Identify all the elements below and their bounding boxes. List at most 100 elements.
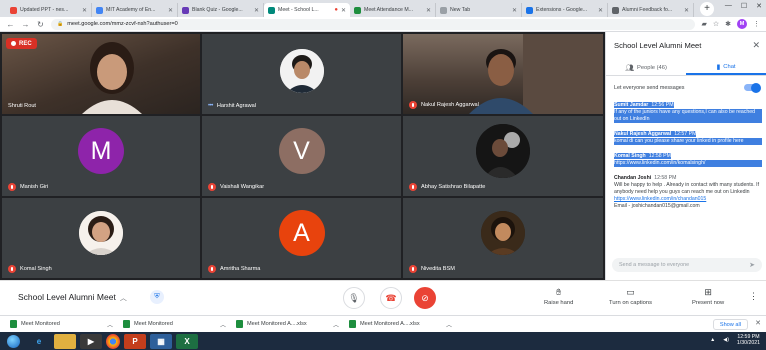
chevron-up-icon[interactable]: ︿: [107, 320, 113, 329]
clock[interactable]: 12:59 PM 1/30/2021: [737, 334, 760, 346]
tab-title: Alumni Feedback fo...: [622, 7, 673, 13]
mic-button[interactable]: 🎙︎: [343, 287, 365, 309]
tab-close-icon[interactable]: ✕: [684, 7, 689, 14]
meeting-controls-bar: School Level Alumni Meet ︿ ⛨ 🎙︎ ☎︎ ⊘ ✋︎ Ra…: [0, 280, 766, 315]
browser-tab-active[interactable]: Meet - School L... ● ✕: [264, 3, 350, 17]
menu-icon[interactable]: ⋮: [753, 20, 760, 28]
mic-off-icon: [409, 265, 417, 273]
chrome-icon[interactable]: [106, 333, 120, 349]
browser-tab[interactable]: Meet Attendance M... ✕: [350, 3, 436, 17]
extensions-icon[interactable]: ✱: [725, 20, 731, 28]
minimize-button[interactable]: —: [725, 2, 732, 10]
participant-tile[interactable]: Komal Singh: [2, 198, 200, 278]
present-button[interactable]: ⊞ Present now: [692, 287, 724, 306]
message-input[interactable]: Send a message to everyone ➤: [612, 258, 762, 272]
hang-up-button[interactable]: ☎︎: [380, 287, 402, 309]
file-icon: [236, 320, 243, 328]
window-controls: — ☐ ✕: [725, 2, 762, 10]
tab-close-icon[interactable]: ✕: [512, 7, 517, 14]
captions-button[interactable]: ▭ Turn on captions: [609, 287, 652, 306]
download-item[interactable]: Meet Monitored A....xlsx ︿: [236, 320, 349, 329]
close-window-button[interactable]: ✕: [756, 2, 762, 10]
recording-badge: REC: [6, 38, 37, 49]
participant-tile[interactable]: Nakul Rajesh Aggarwal: [403, 34, 603, 114]
shield-icon[interactable]: ⛨: [150, 290, 164, 304]
hand-icon: ✋︎: [556, 287, 562, 297]
participant-tile[interactable]: Nivedita BSM: [403, 198, 603, 278]
tab-favicon: [354, 6, 361, 14]
forward-icon[interactable]: →: [21, 20, 30, 29]
explorer-window-icon[interactable]: ▦: [150, 333, 172, 349]
file-explorer-icon[interactable]: [54, 333, 76, 349]
tab-close-icon[interactable]: ✕: [168, 7, 173, 14]
message-text: komal di can you please share your linke…: [614, 138, 762, 145]
downloads-shelf: Meet Monitored ︿ Meet Monitored ︿ Meet Mon…: [0, 315, 766, 332]
chevron-up-icon[interactable]: ︿: [220, 320, 226, 329]
chat-message: Chandan Joshi 12:58 PM Will be happy to h…: [614, 175, 762, 210]
show-all-button[interactable]: Show all: [712, 319, 748, 330]
tab-close-icon[interactable]: ✕: [254, 7, 259, 14]
tab-people[interactable]: 👥︎ People (46): [606, 60, 686, 75]
message-link[interactable]: https://www.linkedin.com/in/komalsingh/: [614, 160, 762, 167]
tab-close-icon[interactable]: ✕: [341, 7, 346, 14]
tab-favicon: [526, 6, 533, 14]
message-link[interactable]: https://www.linkedin.com/in/chandan015: [614, 196, 762, 203]
start-button[interactable]: [0, 332, 26, 350]
message-time: 12:56 PM: [651, 102, 674, 108]
volume-icon[interactable]: ◀): [723, 337, 729, 343]
more-options-icon[interactable]: ⋮: [749, 291, 758, 302]
participant-avatar: A: [278, 210, 325, 257]
people-icon: 👥︎: [625, 64, 634, 72]
recording-dot-icon: ●: [334, 7, 338, 13]
back-icon[interactable]: ←: [6, 20, 15, 29]
participant-tile[interactable]: Abhay Satishrao Bilapatte: [403, 116, 603, 196]
message-sender: Sumit Jamdar: [614, 102, 649, 108]
participant-photo: [79, 211, 123, 256]
participant-tile[interactable]: M Manish Giri: [2, 116, 200, 196]
close-icon[interactable]: ✕: [752, 40, 760, 51]
browser-tab[interactable]: MIT Academy of En... ✕: [92, 3, 178, 17]
tab-close-icon[interactable]: ✕: [82, 7, 87, 14]
excel-icon[interactable]: X: [176, 333, 198, 349]
close-icon[interactable]: ✕: [755, 319, 761, 327]
mic-off-icon: [409, 101, 417, 109]
chat-messages: Sumit Jamdar 12:56 PM If any of the junio…: [614, 102, 762, 218]
participant-tile[interactable]: A Amritha Sharma: [202, 198, 401, 278]
media-player-icon[interactable]: ▶: [80, 333, 102, 349]
download-item[interactable]: Meet Monitored A....xlsx ︿: [349, 320, 462, 329]
tab-chat[interactable]: ▮ Chat: [686, 60, 766, 75]
new-tab-button[interactable]: +: [700, 2, 714, 16]
star-icon[interactable]: ☆: [713, 20, 719, 28]
profile-avatar[interactable]: M: [737, 19, 747, 29]
browser-tab[interactable]: New Tab ✕: [436, 3, 522, 17]
camera-off-button[interactable]: ⊘: [414, 287, 436, 309]
internet-explorer-icon[interactable]: e: [28, 334, 50, 349]
message-sender: Nakul Rajesh Aggarwal: [614, 131, 672, 137]
system-tray: ▲ ◀) 12:59 PM 1/30/2021: [710, 334, 760, 346]
tab-close-icon[interactable]: ✕: [598, 7, 603, 14]
download-item[interactable]: Meet Monitored ︿: [10, 320, 123, 329]
participant-tile[interactable]: ••• Harshit Agrawal: [202, 34, 401, 114]
tab-close-icon[interactable]: ✕: [426, 7, 431, 14]
message-text: Email - joshichandan015@gmail.com: [614, 203, 700, 209]
maximize-button[interactable]: ☐: [741, 2, 747, 10]
powerpoint-icon[interactable]: P: [124, 333, 146, 349]
tray-arrow-icon[interactable]: ▲: [710, 337, 715, 343]
reload-icon[interactable]: ↻: [36, 20, 45, 29]
raise-hand-button[interactable]: ✋︎ Raise hand: [544, 287, 573, 306]
browser-tab[interactable]: Alumni Feedback fo... ✕: [608, 3, 694, 17]
participant-tile[interactable]: V Vaishali Wangikar: [202, 116, 401, 196]
message-time: 12:58 PM: [654, 175, 677, 181]
browser-tab[interactable]: Extensions - Google... ✕: [522, 3, 608, 17]
browser-tab[interactable]: Blank Quiz - Google... ✕: [178, 3, 264, 17]
url-input[interactable]: 🔒 meet.google.com/mmz-zcvf-nsh?authuser=…: [51, 18, 696, 30]
download-item[interactable]: Meet Monitored ︿: [123, 320, 236, 329]
chevron-up-icon[interactable]: ︿: [333, 320, 339, 329]
meeting-details[interactable]: School Level Alumni Meet ︿: [18, 292, 127, 303]
allow-messages-toggle[interactable]: [744, 82, 761, 93]
chevron-up-icon[interactable]: ︿: [446, 320, 452, 329]
message-time: 12:57 PM: [674, 131, 697, 137]
camera-icon[interactable]: ▰: [701, 20, 706, 28]
browser-tab[interactable]: Updated PPT - nes... ✕: [6, 3, 92, 17]
send-icon[interactable]: ➤: [749, 261, 755, 269]
